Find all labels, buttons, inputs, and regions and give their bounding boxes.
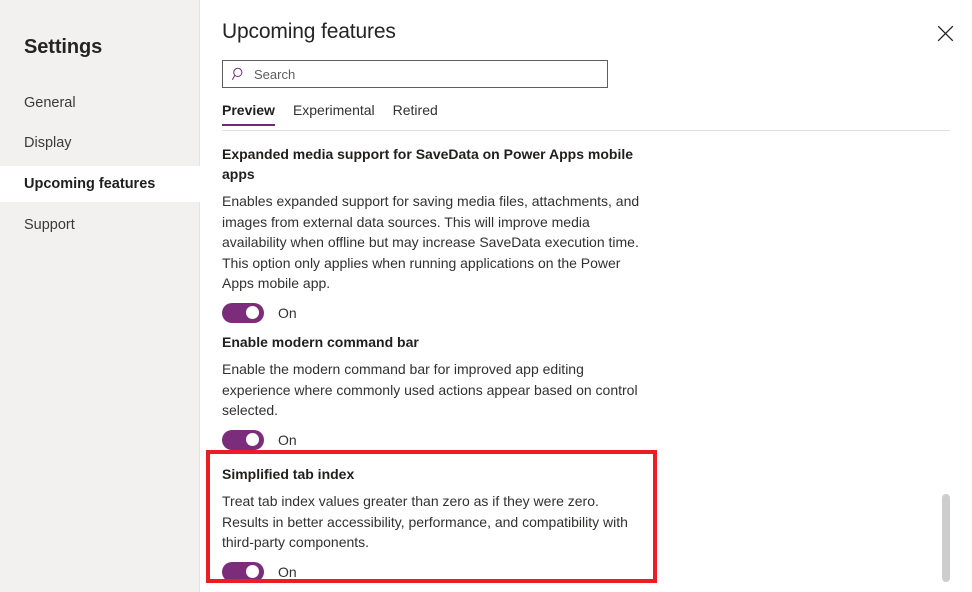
toggle-knob — [246, 306, 259, 319]
sidebar-item-general[interactable]: General — [0, 86, 200, 120]
close-button[interactable] — [930, 18, 960, 48]
toggle-state-label: On — [278, 563, 297, 580]
search-box[interactable] — [222, 60, 608, 88]
feature-item-modern-command-bar: Enable modern command bar Enable the mod… — [222, 332, 642, 451]
scrollbar-thumb[interactable] — [942, 494, 950, 582]
feature-item-simplified-tab-index: Simplified tab index Treat tab index val… — [222, 464, 642, 583]
main-panel: Upcoming features Preview — [200, 0, 972, 592]
tab-label: Experimental — [292, 102, 375, 118]
feature-description: Treat tab index values greater than zero… — [222, 493, 628, 550]
tabs-divider — [222, 130, 950, 131]
tab-label: Preview — [222, 102, 275, 118]
search-icon — [232, 67, 246, 81]
feature-title: Expanded media support for SaveData on P… — [222, 146, 634, 182]
toggle-state-label: On — [278, 304, 297, 321]
feature-tabs: Preview Experimental Retired — [222, 102, 456, 126]
sidebar-item-upcoming-features[interactable]: Upcoming features — [0, 166, 200, 202]
tab-label: Retired — [392, 102, 438, 118]
settings-sidebar: Settings General Display Upcoming featur… — [0, 0, 200, 592]
settings-dialog: Settings General Display Upcoming featur… — [0, 0, 972, 592]
feature-description: Enables expanded support for saving medi… — [222, 193, 640, 291]
feature-item-expanded-media-support: Expanded media support for SaveData on P… — [222, 144, 642, 324]
feature-toggle[interactable] — [222, 429, 264, 450]
sidebar-title: Settings — [24, 36, 103, 58]
tab-preview[interactable]: Preview — [222, 102, 284, 126]
tab-retired[interactable]: Retired — [393, 102, 447, 126]
page-title: Upcoming features — [222, 20, 396, 43]
sidebar-item-label: Support — [24, 217, 75, 233]
feature-title: Enable modern command bar — [222, 334, 419, 350]
sidebar-item-display[interactable]: Display — [0, 126, 200, 160]
sidebar-item-label: General — [24, 95, 76, 111]
feature-toggle[interactable] — [222, 302, 264, 323]
sidebar-item-support[interactable]: Support — [0, 208, 200, 242]
sidebar-item-label: Upcoming features — [24, 176, 156, 192]
feature-toggle[interactable] — [222, 561, 264, 582]
toggle-knob — [246, 433, 259, 446]
sidebar-item-label: Display — [24, 135, 72, 151]
toggle-state-label: On — [278, 431, 297, 448]
sidebar-nav: General Display Upcoming features Suppor… — [0, 86, 200, 248]
feature-toggle-row: On — [222, 429, 642, 451]
tab-experimental[interactable]: Experimental — [293, 102, 384, 126]
feature-toggle-row: On — [222, 302, 642, 324]
feature-description: Enable the modern command bar for improv… — [222, 361, 638, 418]
search-input[interactable] — [254, 61, 607, 87]
toggle-knob — [246, 565, 259, 578]
close-icon — [937, 25, 954, 42]
feature-title: Simplified tab index — [222, 466, 355, 482]
feature-toggle-row: On — [222, 561, 642, 583]
